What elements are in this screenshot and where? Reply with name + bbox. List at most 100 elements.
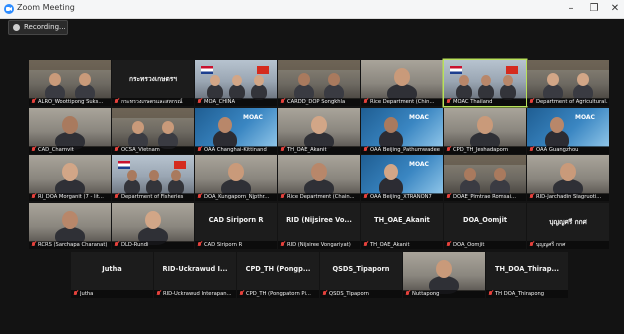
background-shelf — [444, 155, 526, 165]
participant-nameplate: Rice Department (Chain... — [278, 193, 360, 201]
participant-tile[interactable]: CPD_TH_Jeshadaporn — [444, 108, 526, 154]
participant-nameplate: Rice Department (Chin... — [361, 98, 443, 106]
participant-tile[interactable]: DOAE_Pimtrae Romsai... — [444, 155, 526, 201]
participant-nameplate: CAD Siriporn R — [195, 241, 277, 249]
participant-head — [228, 163, 244, 181]
flag-icon — [174, 161, 186, 169]
participant-name: Rice Department (Chin... — [370, 99, 435, 105]
maximize-button[interactable]: ❐ — [583, 0, 605, 18]
participant-nameplate: OAA Changhai-Kittinand — [195, 146, 277, 154]
participant-nameplate: MOA_CHINA — [195, 98, 277, 106]
participant-tile[interactable]: Jutha Jutha — [71, 252, 153, 298]
muted-mic-icon — [446, 99, 451, 105]
participant-tile[interactable]: MOAC OAA Guangzhou — [527, 108, 609, 154]
participant-name: MOA_CHINA — [204, 99, 236, 105]
participant-video — [29, 155, 111, 197]
participant-tile[interactable]: CAD_Charnvit — [29, 108, 111, 154]
zoom-logo-icon — [4, 4, 14, 14]
participant-name: CAD_Charnvit — [38, 147, 74, 153]
window-title: Zoom Meeting — [17, 3, 75, 12]
participant-head — [127, 170, 137, 181]
participant-tile[interactable]: RI_DOA Morganit (7 - lit... — [29, 155, 111, 201]
participant-video — [278, 155, 360, 197]
participant-tile[interactable]: TH_DOA_Thirap... TH DOA_Thirapong — [486, 252, 568, 298]
participant-head — [311, 163, 327, 181]
close-button[interactable]: ✕ — [604, 0, 624, 18]
participant-tile[interactable]: ALRO_Woottipong Suks... — [29, 60, 111, 106]
participant-video: MOAC — [361, 108, 443, 150]
participant-tile[interactable]: Rice Department (Chin... — [361, 60, 443, 106]
participant-head — [49, 73, 61, 86]
participant-tile[interactable]: OCSA_Vietnam — [112, 108, 194, 154]
participant-tile[interactable]: Department of Fisheries — [112, 155, 194, 201]
participant-nameplate: TH_OAE_Akanit — [361, 241, 443, 249]
participant-head — [298, 73, 310, 86]
muted-mic-icon — [363, 99, 368, 105]
participant-name: Jutha — [80, 291, 94, 297]
participant-tile[interactable]: RCRS (Sarchapa Charanat) — [29, 203, 111, 249]
participant-tile[interactable]: MOAC OAA Beijing_XTRANON7 — [361, 155, 443, 201]
participant-video — [444, 155, 526, 196]
muted-mic-icon — [31, 194, 36, 200]
background-shelf — [112, 108, 194, 118]
participant-tile[interactable]: MOA_CHINA — [195, 60, 277, 106]
muted-mic-icon — [197, 194, 202, 200]
participant-name: DLD-Rundi — [121, 242, 149, 248]
participant-tile[interactable]: CAD Siriporn R CAD Siriporn R — [195, 203, 277, 249]
participant-tile[interactable]: RID-Jarchadin Siagruoti... — [527, 155, 609, 201]
muted-mic-icon — [405, 291, 410, 297]
participant-head — [494, 168, 506, 181]
participant-tile[interactable]: กระทรวงเกษตรฯ กระทรวงเกษตรและสหกรณ์ — [112, 60, 194, 106]
participant-name: DOA_Kungaporn_Njpthr... — [204, 194, 270, 200]
flag-icon — [257, 66, 269, 74]
participant-tile[interactable]: QSDS_Tipaporn QSDS_Tipaporn — [320, 252, 402, 298]
participant-video — [112, 155, 194, 195]
muted-mic-icon — [31, 147, 36, 153]
participant-tile[interactable]: DLD-Rundi — [112, 203, 194, 249]
participant-tile[interactable]: CPD_TH (Pongp... CPD_TH (Pongpatorn Pi... — [237, 252, 319, 298]
participant-tile[interactable]: DOA_Kungaporn_Njpthr... — [195, 155, 277, 201]
participant-name: TH_OAE_Akanit — [370, 242, 410, 248]
participant-tile[interactable]: Rice Department (Chain... — [278, 155, 360, 201]
flag-icon — [450, 66, 462, 74]
participant-tile[interactable]: MOAC OAA Changhai-Kittinand — [195, 108, 277, 154]
participant-tile[interactable]: CARDD_DOP Songkhla — [278, 60, 360, 106]
flag-icon — [201, 66, 213, 74]
participant-tile[interactable]: Nuttapong — [403, 252, 485, 298]
participant-head — [149, 170, 159, 181]
participant-tile[interactable]: MOAC Thailand — [444, 60, 526, 106]
participant-tile[interactable]: RID (Nijsiree Vo... RID (Nijsiree Vongari… — [278, 203, 360, 249]
muted-mic-icon — [529, 194, 534, 200]
participant-video — [29, 108, 111, 150]
participant-head — [394, 68, 410, 86]
participant-nameplate: TH DOA_Thirapong — [486, 290, 568, 298]
participant-display-name: RID-Uckrawud I... — [162, 265, 228, 273]
participant-name: Rice Department (Chain... — [287, 194, 355, 200]
participant-tile[interactable]: DOA_Oomjit DOA_Oomjit — [444, 203, 526, 249]
participant-name: DOAE_Pimtrae Romsai... — [453, 194, 516, 200]
muted-mic-icon — [280, 242, 285, 248]
participant-tile[interactable]: บุญญศรี กกศ บุญญศรี กกศ — [527, 203, 609, 249]
participant-tile[interactable]: RID-Uckrawud I... RID-Uckrawud Interapan.… — [154, 252, 236, 298]
participant-nameplate: CPD_TH_Jeshadaporn — [444, 146, 526, 154]
participant-name: RI_DOA Morganit (7 - lit... — [38, 194, 104, 200]
minimize-button[interactable]: – — [560, 0, 582, 18]
participant-nameplate: CPD_TH (Pongpatorn Pi... — [237, 290, 319, 298]
participant-tile[interactable]: TH_OAE_Akanit TH_OAE_Akanit — [361, 203, 443, 249]
recording-indicator[interactable]: Recording... — [8, 20, 68, 35]
participant-head — [384, 117, 398, 133]
participant-nameplate: TH_OAE_Akanit — [278, 146, 360, 154]
participant-video — [278, 108, 360, 150]
participant-display-name: TH_OAE_Akanit — [374, 216, 430, 224]
zoom-window: Zoom Meeting – ❐ ✕ Recording... ALRO_Woo… — [0, 0, 624, 334]
participant-tile[interactable]: Department of Agricultural... — [527, 60, 609, 106]
participant-video — [403, 252, 485, 294]
muted-mic-icon — [31, 99, 36, 105]
participant-video: MOAC — [527, 108, 609, 150]
muted-mic-icon — [446, 194, 451, 200]
participant-name: CARDD_DOP Songkhla — [287, 99, 346, 105]
participant-tile[interactable]: TH_OAE_Akanit — [278, 108, 360, 154]
participant-video — [278, 60, 360, 101]
participant-nameplate: OAA Beijing_Pathumwadee — [361, 146, 443, 154]
participant-tile[interactable]: MOAC OAA Beijing_Pathumwadee — [361, 108, 443, 154]
